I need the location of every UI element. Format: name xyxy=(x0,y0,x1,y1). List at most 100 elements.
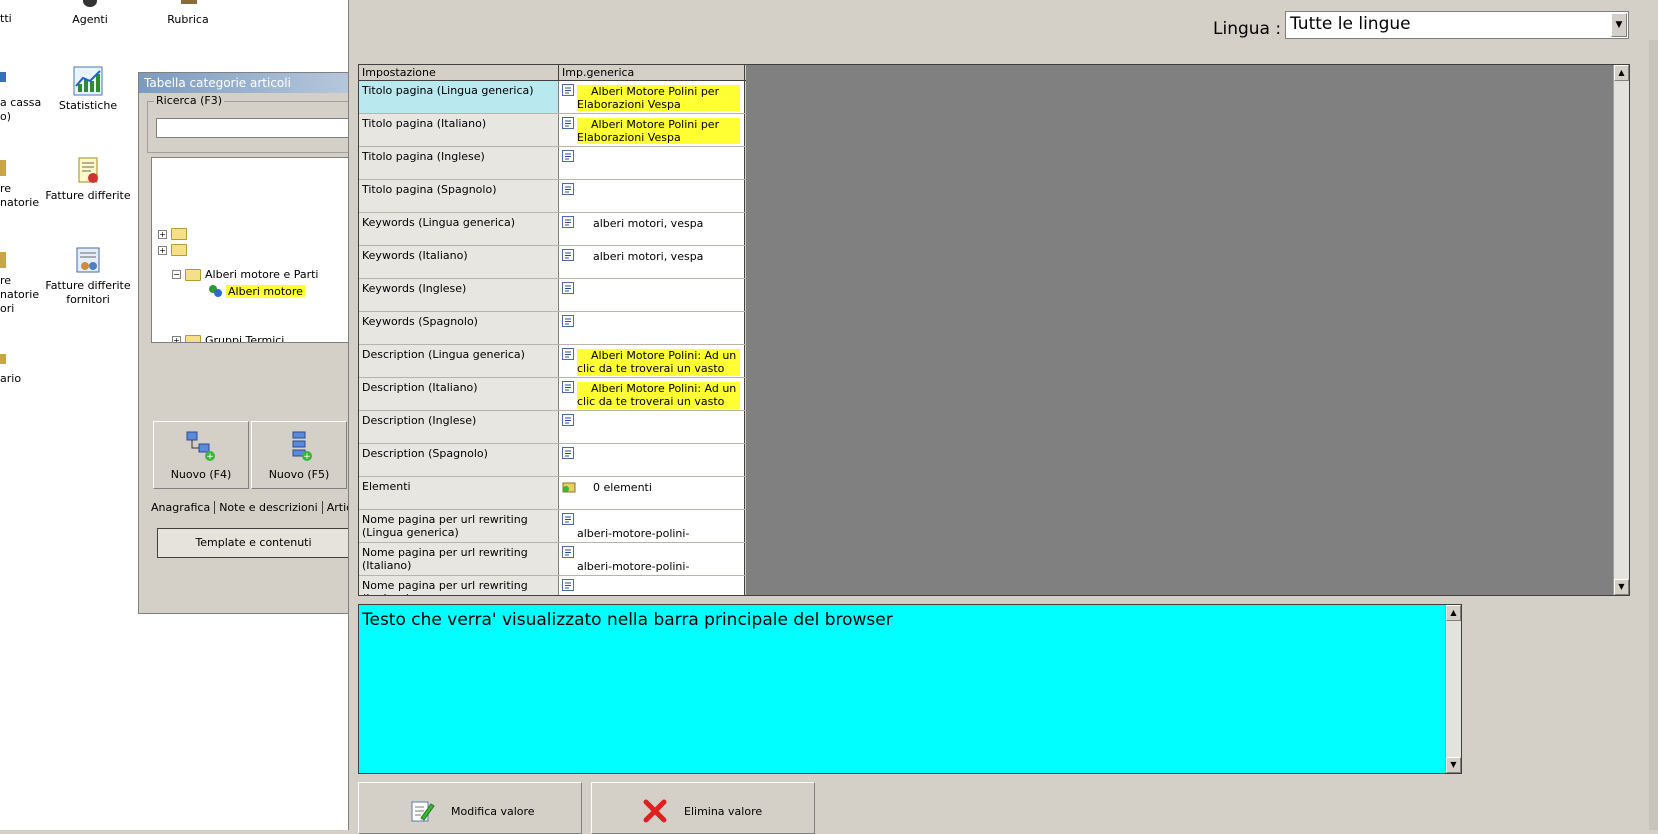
desktop-cut-label: natorie xyxy=(0,196,40,209)
description-text: Testo che verra' visualizzato nella barr… xyxy=(362,610,893,630)
category-tree[interactable]: + + − Alberi motore e Parti Alberi motor… xyxy=(151,157,349,343)
grid-scrollbar[interactable]: ▲ ▼ xyxy=(1613,65,1629,595)
tree-node-label: Gruppi Termici xyxy=(205,334,285,343)
grid-row[interactable]: Description (Spagnolo) xyxy=(359,444,746,477)
folder-icon xyxy=(185,334,201,342)
search-group: Ricerca (F3) xyxy=(147,94,357,153)
chevron-down-icon[interactable]: ▼ xyxy=(1611,13,1627,37)
setting-name: Description (Inglese) xyxy=(359,411,559,443)
grid-row[interactable]: Description (Italiano) Alberi Motore Pol… xyxy=(359,378,746,411)
svg-text:+: + xyxy=(303,452,311,462)
search-label: Ricerca (F3) xyxy=(154,94,224,107)
tree-node-gruppi-termici[interactable]: + Gruppi Termici xyxy=(172,334,285,343)
desktop-cut-label: ario xyxy=(0,372,22,385)
desktop-icon-agenti[interactable]: Agenti xyxy=(42,0,138,27)
text-icon xyxy=(562,348,574,360)
language-label: Lingua : xyxy=(1213,19,1282,39)
language-select[interactable]: Tutte le lingue ▼ xyxy=(1285,11,1629,39)
setting-value-cell[interactable]: alberi-motore-polini-vespa.aspx xyxy=(559,543,745,575)
edit-value-button[interactable]: Modifica valore xyxy=(358,782,582,834)
search-input[interactable] xyxy=(156,118,356,138)
scroll-up-icon[interactable]: ▲ xyxy=(1614,65,1629,81)
grid-row[interactable]: Titolo pagina (Inglese) xyxy=(359,147,746,180)
grid-row[interactable]: Nome pagina per url rewriting (Lingua ge… xyxy=(359,510,746,543)
grid-row[interactable]: Nome pagina per url rewriting (Italiano)… xyxy=(359,543,746,576)
tab-anagrafica[interactable]: Anagrafica xyxy=(147,501,216,514)
scroll-down-icon[interactable]: ▼ xyxy=(1614,579,1629,595)
setting-name: Description (Spagnolo) xyxy=(359,444,559,476)
template-contents-button[interactable]: Template e contenuti xyxy=(157,528,349,558)
expand-icon[interactable]: + xyxy=(158,229,167,239)
settings-grid: Impostazione Imp.generica Titolo pagina … xyxy=(359,65,746,595)
category-window-title[interactable]: Tabella categorie articoli xyxy=(139,73,348,93)
setting-value-cell[interactable]: 0 elementi xyxy=(559,477,745,509)
text-icon xyxy=(562,414,574,426)
tree-node-redacted[interactable]: + xyxy=(158,244,187,256)
grid-row[interactable]: Titolo pagina (Spagnolo) xyxy=(359,180,746,213)
expand-icon[interactable]: + xyxy=(172,336,181,342)
tab-note-e-descrizioni[interactable]: Note e descrizioni xyxy=(215,501,323,514)
desktop-icon-rubrica[interactable]: Rubrica xyxy=(140,0,236,27)
grid-row[interactable]: Keywords (Spagnolo) xyxy=(359,312,746,345)
setting-name: Nome pagina per url rewriting (Italiano) xyxy=(359,543,559,575)
setting-value: Alberi Motore Polini: Ad un clic da te t… xyxy=(577,382,740,409)
setting-value-cell[interactable]: Alberi Motore Polini: Ad un clic da te t… xyxy=(559,378,745,410)
grid-row[interactable]: Keywords (Inglese) xyxy=(359,279,746,312)
setting-value-cell[interactable]: Alberi Motore Polini per Elaborazioni Ve… xyxy=(559,114,745,146)
text-icon xyxy=(562,84,574,96)
desktop-icon-statistiche[interactable]: Statistiche xyxy=(40,66,136,113)
setting-name: Elementi xyxy=(359,477,559,509)
tree-node-alberi-motore[interactable]: Alberi motore xyxy=(208,284,305,298)
tab-articoli[interactable]: Artico xyxy=(323,501,349,514)
desktop-cut-label: o) xyxy=(0,110,12,123)
grid-row[interactable]: Titolo pagina (Lingua generica) Alberi M… xyxy=(359,81,746,114)
new-f4-button[interactable]: + Nuovo (F4) xyxy=(153,421,249,489)
delete-value-button[interactable]: Elimina valore xyxy=(591,782,815,834)
text-icon xyxy=(562,381,574,393)
text-icon xyxy=(562,282,574,294)
setting-value-cell[interactable]: alberi motori, vespa xyxy=(559,213,745,245)
column-header-setting[interactable]: Impostazione xyxy=(359,65,559,80)
column-header-value[interactable]: Imp.generica xyxy=(559,65,745,80)
setting-value-cell[interactable] xyxy=(559,147,745,179)
category-window: Tabella categorie articoli Ricerca (F3) … xyxy=(138,72,357,614)
desktop-icon-fatture-differite[interactable]: Fatture differite xyxy=(40,156,136,203)
setting-value-cell[interactable]: alberi motori, vespa xyxy=(559,246,745,278)
text-icon xyxy=(562,447,574,459)
scroll-up-icon[interactable]: ▲ xyxy=(1446,605,1461,621)
setting-value-cell[interactable] xyxy=(559,312,745,344)
setting-value-cell[interactable] xyxy=(559,279,745,311)
new-node-icon: + xyxy=(186,431,215,462)
grid-row[interactable]: Description (Lingua generica) Alberi Mot… xyxy=(359,345,746,378)
grid-row[interactable]: Keywords (Italiano) alberi motori, vespa xyxy=(359,246,746,279)
grid-row[interactable]: Nome pagina per url rewriting (Inglese) xyxy=(359,576,746,595)
setting-value-cell[interactable]: alberi-motore-polini-vespa.aspx xyxy=(559,510,745,542)
tree-node-alberi-motore-e-parti[interactable]: − Alberi motore e Parti xyxy=(172,268,318,281)
setting-value-cell[interactable] xyxy=(559,444,745,476)
description-box[interactable]: Testo che verra' visualizzato nella barr… xyxy=(358,604,1462,774)
grid-row[interactable]: Keywords (Lingua generica) alberi motori… xyxy=(359,213,746,246)
category-icon xyxy=(209,285,222,297)
text-icon xyxy=(562,513,574,525)
scroll-down-icon[interactable]: ▼ xyxy=(1446,757,1461,773)
grid-row[interactable]: Elementi 0 elementi xyxy=(359,477,746,510)
expand-icon[interactable]: + xyxy=(158,245,167,255)
setting-value-cell[interactable] xyxy=(559,180,745,212)
setting-value-cell[interactable]: Alberi Motore Polini: Ad un clic da te t… xyxy=(559,345,745,377)
tree-node-redacted[interactable]: + xyxy=(158,228,187,240)
setting-value-cell[interactable] xyxy=(559,576,745,595)
settings-grid-frame: Impostazione Imp.generica Titolo pagina … xyxy=(358,64,1630,596)
button-label: Nuovo (F5) xyxy=(268,468,330,481)
setting-name: Keywords (Spagnolo) xyxy=(359,312,559,344)
desktop-cut-label: ori xyxy=(0,302,15,315)
description-scrollbar[interactable]: ▲ ▼ xyxy=(1445,605,1461,773)
setting-value-cell[interactable] xyxy=(559,411,745,443)
desktop-icon-fatture-differite-fornitori[interactable]: Fatture differite fornitori xyxy=(40,246,136,307)
setting-value: Alberi Motore Polini per Elaborazioni Ve… xyxy=(577,118,740,144)
collapse-icon[interactable]: − xyxy=(172,270,181,279)
desktop-icon-label: Fatture differite fornitori xyxy=(45,279,131,306)
setting-value-cell[interactable]: Alberi Motore Polini per Elaborazioni Ve… xyxy=(559,81,745,113)
grid-row[interactable]: Titolo pagina (Italiano) Alberi Motore P… xyxy=(359,114,746,147)
new-f5-button[interactable]: + Nuovo (F5) xyxy=(251,421,347,489)
grid-row[interactable]: Description (Inglese) xyxy=(359,411,746,444)
